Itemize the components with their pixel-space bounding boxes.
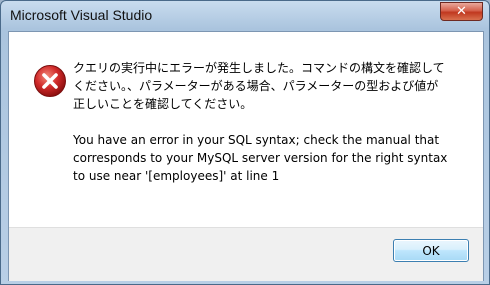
dialog-window: Microsoft Visual Studio ✕ クエリの実行中にエラーが発生… [0,0,490,285]
ok-button[interactable]: OK [393,239,469,262]
error-icon [34,65,66,97]
error-message-english: You have an error in your SQL syntax; ch… [73,133,448,183]
close-button[interactable]: ✕ [440,2,483,21]
error-message: クエリの実行中にエラーが発生しました。コマンドの構文を確認して ください。、パラ… [73,59,473,185]
dialog-content: クエリの実行中にエラーが発生しました。コマンドの構文を確認して ください。、パラ… [8,31,484,281]
window-title: Microsoft Visual Studio [10,7,153,23]
title-bar[interactable]: Microsoft Visual Studio ✕ [1,1,489,31]
button-bar: OK [9,227,483,281]
error-message-japanese: クエリの実行中にエラーが発生しました。コマンドの構文を確認して ください。、パラ… [73,61,445,111]
close-icon: ✕ [456,4,467,19]
